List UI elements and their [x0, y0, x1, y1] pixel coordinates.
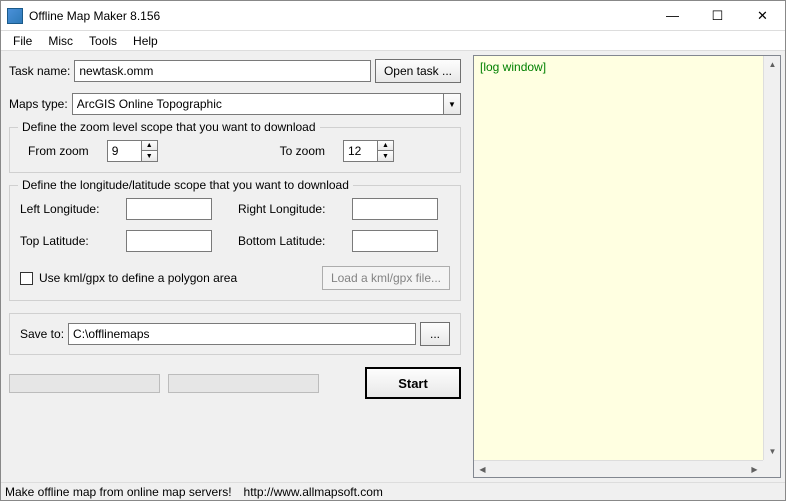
menu-misc[interactable]: Misc — [40, 32, 81, 50]
scroll-down-icon[interactable]: ▼ — [764, 443, 781, 460]
left-panel: Task name: Open task ... Maps type: ▼ De… — [1, 51, 469, 482]
save-to-input[interactable] — [68, 323, 416, 345]
menu-file[interactable]: File — [5, 32, 40, 50]
task-name-label: Task name: — [9, 64, 70, 78]
right-lon-label: Right Longitude: — [238, 202, 338, 216]
zoom-groupbox: Define the zoom level scope that you wan… — [9, 127, 461, 173]
from-zoom-label: From zoom — [28, 144, 89, 158]
browse-button[interactable]: ... — [420, 322, 450, 346]
to-zoom-down-icon[interactable]: ▼ — [378, 151, 393, 161]
to-zoom-input[interactable] — [343, 140, 377, 162]
right-lon-input[interactable] — [352, 198, 438, 220]
from-zoom-input[interactable] — [107, 140, 141, 162]
open-task-button[interactable]: Open task ... — [375, 59, 461, 83]
status-text: Make offline map from online map servers… — [5, 485, 232, 499]
top-lat-input[interactable] — [126, 230, 212, 252]
close-button[interactable]: ✕ — [740, 1, 785, 30]
scroll-h-track[interactable] — [491, 461, 746, 477]
scroll-v-track[interactable] — [764, 73, 780, 443]
progress-bar-1 — [9, 374, 160, 393]
scroll-up-icon[interactable]: ▲ — [764, 56, 781, 73]
task-name-input[interactable] — [74, 60, 371, 82]
bottom-lat-input[interactable] — [352, 230, 438, 252]
load-kml-button[interactable]: Load a kml/gpx file... — [322, 266, 450, 290]
coord-group-title: Define the longitude/latitude scope that… — [18, 178, 353, 192]
from-zoom-up-icon[interactable]: ▲ — [142, 141, 157, 151]
app-icon — [7, 8, 23, 24]
statusbar: Make offline map from online map servers… — [1, 482, 785, 500]
to-zoom-up-icon[interactable]: ▲ — [378, 141, 393, 151]
vertical-scrollbar[interactable]: ▲ ▼ — [763, 56, 780, 460]
to-zoom-spinner[interactable]: ▲ ▼ — [343, 140, 394, 162]
left-lon-input[interactable] — [126, 198, 212, 220]
zoom-group-title: Define the zoom level scope that you wan… — [18, 120, 320, 134]
scroll-left-icon[interactable]: ◀ — [474, 461, 491, 478]
bottom-lat-label: Bottom Latitude: — [238, 234, 338, 248]
log-text: [log window] — [480, 60, 546, 74]
menubar: File Misc Tools Help — [1, 31, 785, 51]
left-lon-label: Left Longitude: — [20, 202, 112, 216]
progress-bar-2 — [168, 374, 319, 393]
titlebar: Offline Map Maker 8.156 — ☐ ✕ — [1, 1, 785, 31]
horizontal-scrollbar[interactable]: ◀ ▶ — [474, 460, 763, 477]
status-url: http://www.allmapsoft.com — [244, 485, 383, 499]
from-zoom-spinner[interactable]: ▲ ▼ — [107, 140, 158, 162]
kml-checkbox[interactable] — [20, 272, 33, 285]
window-title: Offline Map Maker 8.156 — [29, 9, 650, 23]
start-button[interactable]: Start — [365, 367, 461, 399]
scroll-corner — [763, 460, 780, 477]
scroll-right-icon[interactable]: ▶ — [746, 461, 763, 478]
from-zoom-down-icon[interactable]: ▼ — [142, 151, 157, 161]
save-to-label: Save to: — [20, 327, 64, 341]
maps-type-label: Maps type: — [9, 97, 68, 111]
to-zoom-label: To zoom — [280, 144, 325, 158]
menu-tools[interactable]: Tools — [81, 32, 125, 50]
maps-type-combo[interactable]: ▼ — [72, 93, 461, 115]
log-window[interactable]: [log window] ▲ ▼ ◀ ▶ — [473, 55, 781, 478]
right-panel: [log window] ▲ ▼ ◀ ▶ — [469, 51, 785, 482]
top-lat-label: Top Latitude: — [20, 234, 112, 248]
coord-groupbox: Define the longitude/latitude scope that… — [9, 185, 461, 301]
maps-type-input[interactable] — [72, 93, 443, 115]
combo-dropdown-icon[interactable]: ▼ — [443, 93, 461, 115]
menu-help[interactable]: Help — [125, 32, 166, 50]
save-groupbox: Save to: ... — [9, 313, 461, 355]
maximize-button[interactable]: ☐ — [695, 1, 740, 30]
minimize-button[interactable]: — — [650, 1, 695, 30]
kml-checkbox-label: Use kml/gpx to define a polygon area — [39, 271, 237, 285]
window-controls: — ☐ ✕ — [650, 1, 785, 30]
